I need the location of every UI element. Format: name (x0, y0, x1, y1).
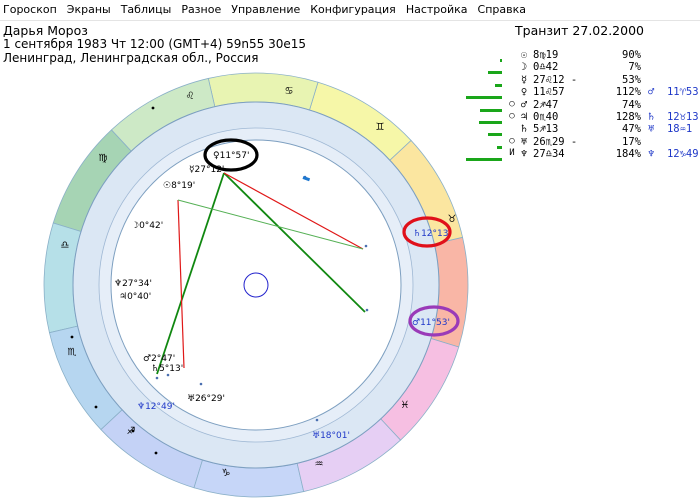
sign-dot (94, 405, 98, 409)
natal-saturn: ♄5°13' (151, 364, 183, 374)
sign-glyph-libra-icon: ♎ (61, 240, 70, 251)
natal-moon: ☽0°42' (131, 221, 163, 231)
natal-mars: ♂2°47' (143, 354, 175, 364)
sign-glyph-virgo-icon: ♍ (99, 153, 108, 164)
natal-disc (110, 139, 402, 431)
transit-neptune: ♆12°49' (137, 402, 175, 412)
sign-glyph-pisces-icon: ♓ (401, 400, 410, 411)
sign-glyph-taurus-icon: ♉ (448, 214, 457, 225)
sign-dot (70, 335, 74, 339)
sign-dot (151, 106, 155, 110)
sign-glyph-gemini-icon: ♊ (376, 122, 385, 133)
ring-tick (166, 373, 170, 377)
ring-tick (199, 382, 203, 386)
sign-glyph-cancer-icon: ♋ (285, 86, 294, 97)
sign-glyph-leo-icon: ♌ (186, 91, 195, 102)
ring-tick (155, 376, 159, 380)
ring-tick (315, 418, 319, 422)
transit-mars: ♂11°53' (412, 318, 450, 328)
transit-uranus: ♅18°01' (312, 431, 350, 441)
sign-dot (154, 451, 158, 455)
ring-tick (365, 308, 369, 312)
natal-venus: ♀11°57' (213, 151, 249, 161)
transit-saturn: ♄12°13' (413, 229, 451, 239)
horoscope-wheel[interactable]: ♉♊♋♌♍♎♏♐♑♒♓☉8°19'☽0°42'☿27°12'♀11°57'♂2°… (0, 0, 700, 500)
natal-neptune: ♆27°34' (114, 279, 152, 289)
sign-glyph-capricorn-icon: ♑ (222, 468, 231, 479)
sign-glyph-scorpio-icon: ♏ (68, 347, 77, 358)
natal-uranus: ♅26°29' (187, 394, 225, 404)
natal-sun: ☉8°19' (163, 181, 195, 191)
sign-glyph-aquarius-icon: ♒ (315, 459, 324, 470)
natal-jupiter: ♃0°40' (119, 292, 151, 302)
ring-tick (364, 244, 368, 248)
sign-dot (131, 429, 135, 433)
